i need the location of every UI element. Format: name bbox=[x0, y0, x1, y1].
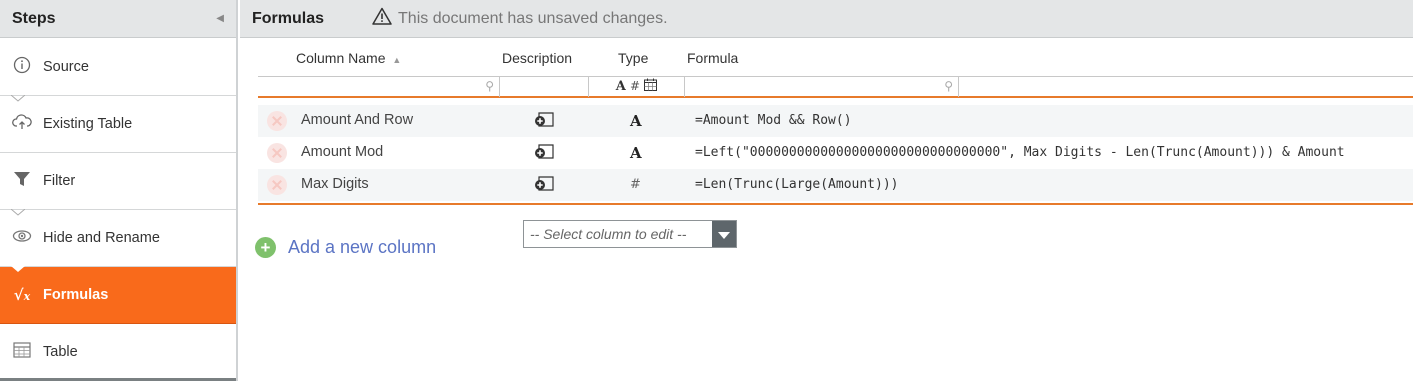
unsaved-warning: This document has unsaved changes. bbox=[372, 7, 668, 30]
step-label: Table bbox=[43, 344, 78, 360]
step-label: Filter bbox=[43, 173, 76, 189]
chevron-down-icon[interactable] bbox=[712, 221, 736, 247]
add-column-button[interactable]: + Add a new column bbox=[255, 237, 436, 258]
sidebar-title: Steps bbox=[12, 9, 56, 27]
add-icon: + bbox=[255, 237, 276, 258]
row-formula[interactable]: =Amount Mod && Row() bbox=[695, 113, 852, 128]
main-header: Formulas This document has unsaved chang… bbox=[240, 0, 1413, 38]
description-filter bbox=[500, 77, 589, 97]
step-connector-icon bbox=[11, 95, 25, 102]
filter-row: ⚲ A # ⚲ bbox=[258, 76, 1413, 98]
column-header-label: Column Name bbox=[296, 50, 386, 66]
step-label: Existing Table bbox=[43, 116, 133, 132]
warning-icon bbox=[372, 7, 392, 30]
step-connector-icon bbox=[11, 209, 25, 216]
filter-icon bbox=[11, 170, 33, 193]
step-table[interactable]: Table bbox=[0, 324, 236, 381]
info-icon bbox=[11, 56, 33, 79]
step-existing-table[interactable]: Existing Table bbox=[0, 95, 236, 153]
step-label: Source bbox=[43, 59, 89, 75]
page-title: Formulas bbox=[252, 9, 325, 27]
name-filter-input[interactable]: ⚲ bbox=[258, 77, 500, 97]
table-icon bbox=[11, 341, 33, 363]
table-row[interactable]: Amount And Row A =Amount Mod && Row() bbox=[258, 105, 1413, 137]
search-icon: ⚲ bbox=[485, 79, 494, 93]
column-header-name[interactable]: Column Name ▲ bbox=[296, 50, 401, 66]
step-filter[interactable]: Filter bbox=[0, 153, 236, 210]
delete-row-icon[interactable] bbox=[267, 111, 287, 131]
row-formula[interactable]: =Len(Trunc(Large(Amount))) bbox=[695, 177, 899, 192]
column-select[interactable]: -- Select column to edit -- bbox=[523, 220, 737, 248]
type-filter-icons: A # bbox=[589, 78, 684, 94]
add-description-icon[interactable] bbox=[533, 175, 557, 193]
row-formula[interactable]: =Left("00000000000000000000000000000000"… bbox=[695, 145, 1345, 160]
sort-asc-icon: ▲ bbox=[392, 55, 402, 65]
column-header-description: Description bbox=[502, 50, 573, 66]
row-type: A bbox=[630, 144, 642, 162]
collapse-arrow-icon[interactable]: ◀ bbox=[216, 13, 224, 24]
steps-sidebar: Steps ◀ Source Existing Table Filter Hid… bbox=[0, 0, 238, 381]
warning-text: This document has unsaved changes. bbox=[398, 9, 668, 27]
sidebar-header: Steps ◀ bbox=[0, 0, 236, 38]
cloud-upload-icon bbox=[11, 113, 33, 136]
eye-icon bbox=[11, 228, 33, 249]
row-type: # bbox=[630, 177, 641, 192]
step-label: Hide and Rename bbox=[43, 230, 160, 246]
add-description-icon[interactable] bbox=[533, 143, 557, 161]
add-description-icon[interactable] bbox=[533, 111, 557, 129]
step-connector-icon bbox=[11, 266, 25, 272]
steps-list: Source Existing Table Filter Hide and Re… bbox=[0, 39, 236, 381]
step-source[interactable]: Source bbox=[0, 39, 236, 96]
main-panel: Formulas This document has unsaved chang… bbox=[240, 0, 1413, 381]
delete-row-icon[interactable] bbox=[267, 175, 287, 195]
step-formulas[interactable]: √x Formulas bbox=[0, 266, 236, 324]
step-hide-and-rename[interactable]: Hide and Rename bbox=[0, 209, 236, 267]
step-label: Formulas bbox=[43, 287, 109, 303]
row-column-name: Amount And Row bbox=[301, 112, 414, 128]
row-column-name: Max Digits bbox=[301, 176, 369, 192]
add-column-label: Add a new column bbox=[288, 237, 437, 257]
formula-filter-input[interactable]: ⚲ bbox=[685, 77, 959, 97]
table-row[interactable]: Amount Mod A =Left("00000000000000000000… bbox=[258, 137, 1413, 169]
column-select-value: -- Select column to edit -- bbox=[530, 226, 687, 242]
type-filter[interactable]: A # bbox=[589, 77, 685, 97]
column-header-formula: Formula bbox=[687, 50, 739, 66]
sqrt-x-icon: √x bbox=[13, 286, 31, 304]
delete-row-icon[interactable] bbox=[267, 143, 287, 163]
row-type: A bbox=[630, 112, 642, 130]
calendar-icon bbox=[644, 78, 658, 91]
table-row[interactable]: Max Digits # =Len(Trunc(Large(Amount))) bbox=[258, 169, 1413, 201]
row-column-name: Amount Mod bbox=[301, 144, 384, 160]
search-icon: ⚲ bbox=[944, 79, 953, 93]
column-header-type: Type bbox=[618, 50, 649, 66]
rows-bottom-border bbox=[258, 203, 1413, 205]
